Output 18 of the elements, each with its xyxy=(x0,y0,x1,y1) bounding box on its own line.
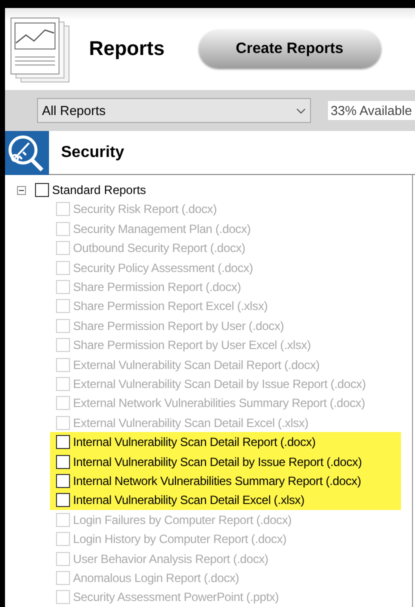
page-title: Reports xyxy=(89,36,165,62)
checkbox[interactable] xyxy=(56,474,70,488)
report-chart-icon xyxy=(9,16,71,83)
report-label[interactable]: Internal Network Vulnerabilities Summary Report (.docx) xyxy=(73,472,361,490)
checkbox[interactable] xyxy=(56,435,70,450)
checkbox[interactable] xyxy=(56,454,70,469)
tree-node-label[interactable]: Standard Reports xyxy=(52,181,146,200)
section-title: Security xyxy=(61,142,124,163)
checkbox[interactable] xyxy=(56,493,70,508)
collapse-toggle-icon[interactable] xyxy=(17,186,26,195)
report-label[interactable]: Internal Vulnerability Scan Detail Report (.docx) xyxy=(73,433,316,452)
create-reports-button[interactable]: Create Reports xyxy=(198,30,381,68)
report-label[interactable]: Internal Vulnerability Scan Detail Excel (.xlsx) xyxy=(73,491,304,510)
chevron-down-icon xyxy=(296,108,306,114)
report-label[interactable]: Internal Vulnerability Scan Detail by Issue Report (.docx) xyxy=(73,452,362,471)
report-filter-dropdown[interactable]: All Reports xyxy=(37,98,311,123)
checkbox[interactable] xyxy=(35,183,49,198)
availability-text: 33% Available xyxy=(328,100,415,120)
